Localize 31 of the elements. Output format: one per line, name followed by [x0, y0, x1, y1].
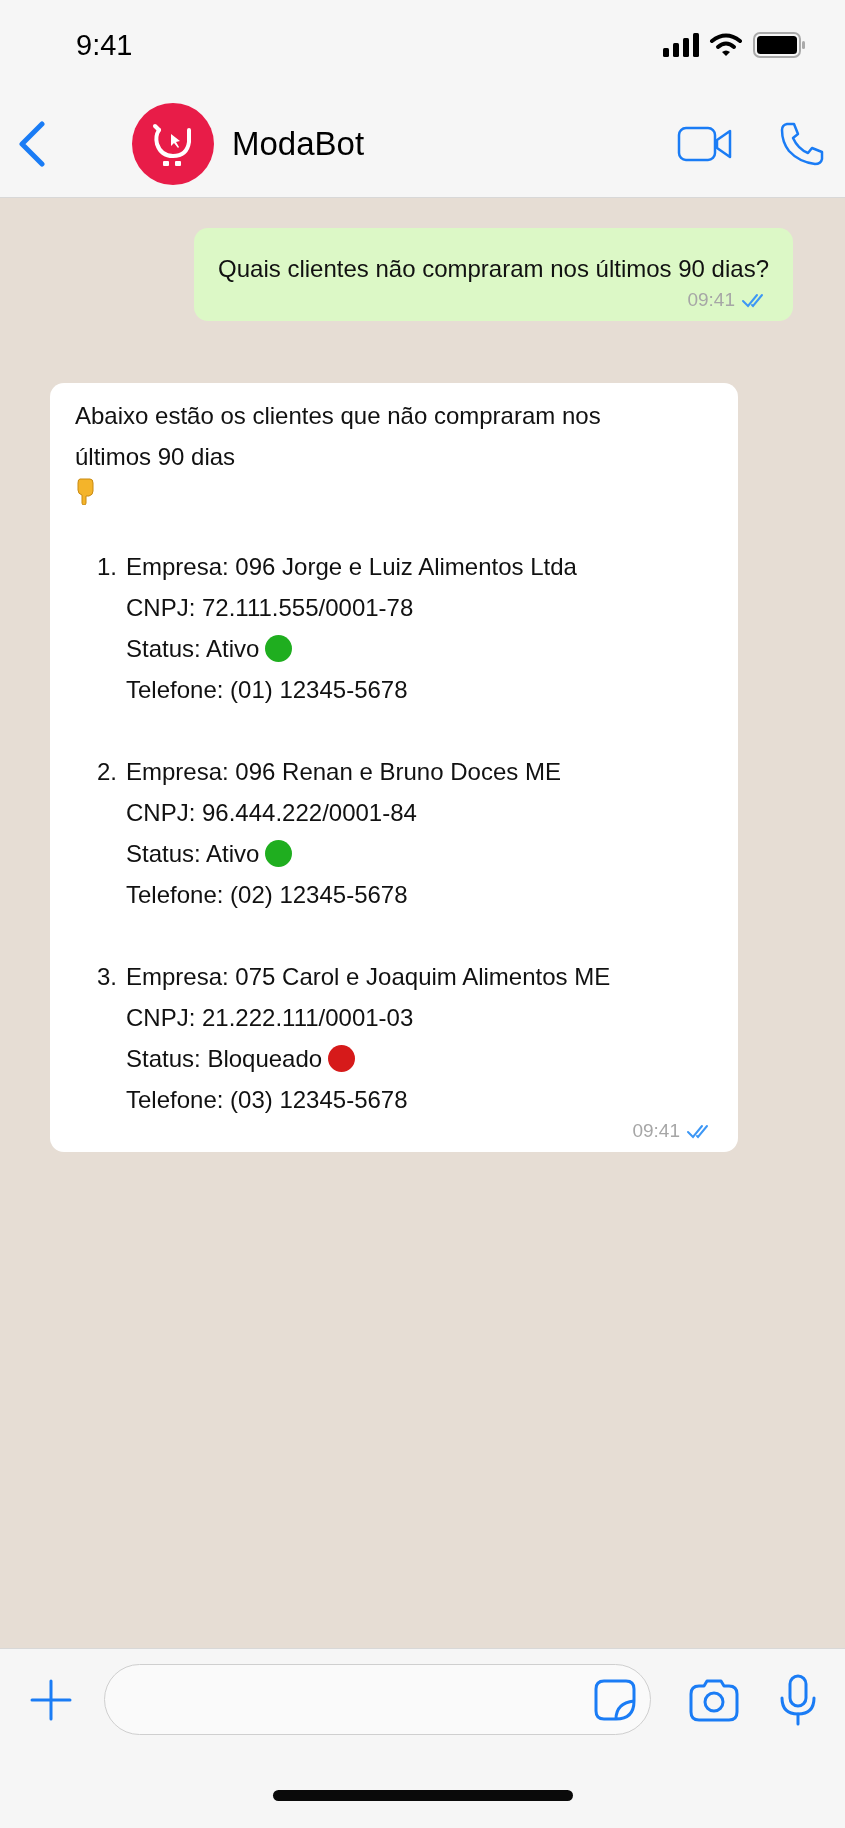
list-number: 2.: [96, 757, 118, 787]
cnpj-text: CNPJ: 72.111.555/0001-78: [126, 593, 415, 623]
list-number: 3.: [96, 962, 118, 992]
message-text: Quais clientes não compraram nos últimos 90 dias?: [218, 254, 769, 284]
cnpj-text: CNPJ: 21.222.111/0001-03: [126, 1003, 415, 1033]
cnpj-text: CNPJ: 96.444.222/0001-84: [126, 798, 418, 828]
video-call-icon[interactable]: [677, 125, 733, 162]
signal-icon: [663, 33, 699, 57]
company-text: Empresa: 096 Renan e Bruno Doces ME: [126, 757, 561, 787]
status-text: Status: Bloqueado: [126, 1044, 323, 1074]
company-text: Empresa: 075 Carol e Joaquim Alimentos ME: [126, 962, 611, 992]
phone-icon[interactable]: [779, 120, 825, 167]
microphone-icon[interactable]: [779, 1673, 817, 1726]
back-icon[interactable]: [18, 120, 46, 167]
status-text: Status: Ativo: [126, 634, 260, 664]
contact-name: ModaBot: [232, 124, 366, 163]
plus-icon[interactable]: [30, 1678, 72, 1721]
battery-icon: [753, 32, 807, 58]
sticker-icon[interactable]: [594, 1678, 636, 1721]
message-time: 09:41: [632, 1120, 680, 1142]
phone-text: Telefone: (03) 12345-5678: [126, 1085, 409, 1115]
wifi-icon: [709, 33, 743, 57]
phone-text: Telefone: (01) 12345-5678: [126, 675, 409, 705]
phone-text: Telefone: (02) 12345-5678: [126, 880, 409, 910]
status-text: Status: Ativo: [126, 839, 260, 869]
status-time: 9:41: [76, 28, 133, 62]
company-text: Empresa: 096 Jorge e Luiz Alimentos Ltda: [126, 552, 577, 582]
camera-icon[interactable]: [689, 1677, 739, 1722]
message-time: 09:41: [687, 289, 735, 311]
message-text: Abaixo estão os clientes que não compraram nos últimos 90 dias: [75, 401, 602, 472]
list-number: 1.: [96, 552, 118, 582]
